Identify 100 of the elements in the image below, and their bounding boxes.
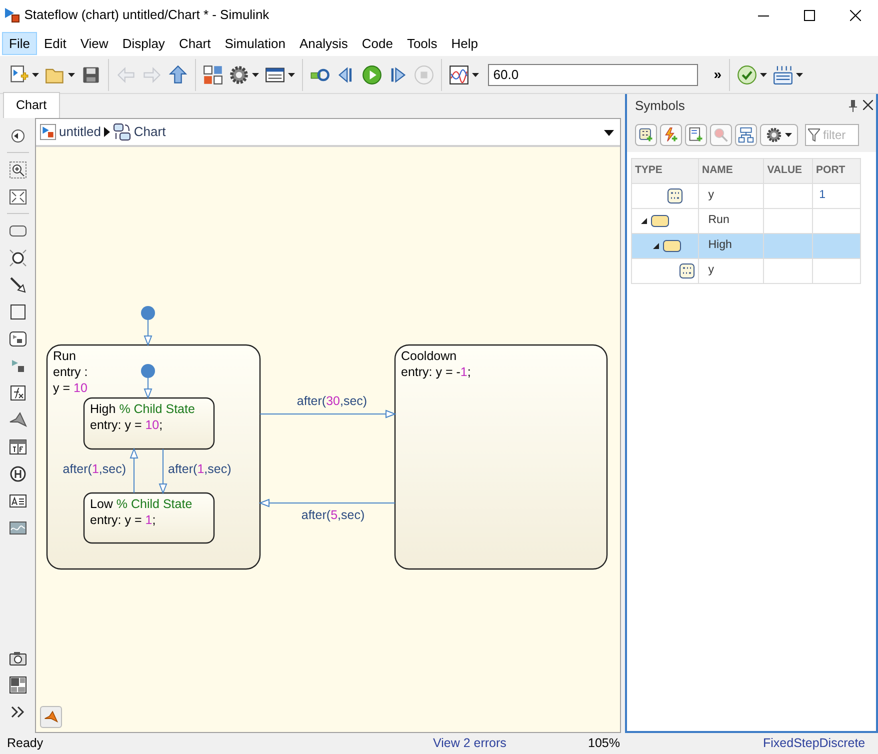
menu-item[interactable]: Chart xyxy=(172,32,218,54)
state-label: Cooldown xyxy=(401,349,457,363)
stop-time-field[interactable]: 60.0 xyxy=(488,64,698,86)
breadcrumb-link[interactable]: untitled xyxy=(59,122,101,142)
menu-item[interactable]: Edit xyxy=(36,32,74,54)
state-icon xyxy=(663,240,681,252)
column-header: TYPE xyxy=(635,164,662,176)
caret-icon xyxy=(760,72,767,76)
transition-arrow[interactable] xyxy=(158,448,168,494)
port-number: 1 xyxy=(819,189,826,202)
menu-item[interactable]: Code xyxy=(354,32,400,54)
page-plus-icon xyxy=(688,127,704,143)
transition-arrow[interactable] xyxy=(130,448,138,494)
state-icon xyxy=(651,214,669,227)
square-icon xyxy=(8,302,26,320)
transition-label: after(1,sec) xyxy=(168,462,232,476)
grid-icon xyxy=(203,64,223,84)
zoom-icon xyxy=(8,160,26,178)
image-icon xyxy=(8,518,26,536)
matlab-button[interactable] xyxy=(40,706,62,728)
add-message-button[interactable] xyxy=(685,124,707,146)
menu-item[interactable]: Tools xyxy=(400,32,444,54)
more-button[interactable]: » xyxy=(710,62,725,87)
expand-icon[interactable] xyxy=(653,242,659,249)
menu-item[interactable]: Analysis xyxy=(292,32,355,54)
dropdown-caret-icon xyxy=(604,130,614,136)
default-transition[interactable] xyxy=(141,306,155,346)
page-plus-icon xyxy=(9,64,29,84)
close-icon xyxy=(850,10,860,20)
stop-icon xyxy=(414,64,434,84)
add-data-button[interactable] xyxy=(635,124,657,146)
state-label: Run xyxy=(53,349,76,363)
history-icon xyxy=(8,464,26,482)
state-box[interactable] xyxy=(83,397,215,450)
entry-action: entry : xyxy=(53,365,88,379)
entry-action: entry: y = 1; xyxy=(90,513,156,527)
caret-icon xyxy=(252,72,259,76)
annotation-icon xyxy=(8,492,26,510)
hierarchy-icon xyxy=(738,127,754,143)
entry-action: y = 10 xyxy=(53,381,88,395)
transition-label: after(5,sec) xyxy=(301,508,365,522)
default-transition[interactable] xyxy=(141,364,155,400)
entry-action: entry: y = -1; xyxy=(401,365,471,379)
expand-icon[interactable] xyxy=(641,218,647,224)
menu-item[interactable]: Help xyxy=(444,32,486,54)
hierarchy-button[interactable] xyxy=(735,124,757,146)
symbol-name: y xyxy=(708,264,714,276)
grid-arrows-icon xyxy=(772,64,793,84)
state-box[interactable] xyxy=(394,344,608,570)
model-icon xyxy=(40,124,56,140)
menu-item[interactable]: Display xyxy=(115,32,172,54)
peak-icon xyxy=(8,410,26,428)
settings-button[interactable] xyxy=(760,124,798,146)
menu-item[interactable]: File xyxy=(2,32,37,54)
caret-icon xyxy=(32,72,39,76)
right-arrow-icon xyxy=(142,64,162,84)
left-arrow-icon xyxy=(116,64,136,84)
truth-table-icon xyxy=(8,438,26,456)
transition-label: after(30,sec) xyxy=(296,394,368,408)
symbol-row[interactable]: y 1 xyxy=(632,183,860,208)
lightning-plus-icon xyxy=(663,127,679,143)
symbol-row[interactable]: y xyxy=(632,258,860,284)
separator-arrow-icon xyxy=(104,127,110,137)
junction-icon xyxy=(8,248,26,266)
close-icon xyxy=(862,100,873,110)
maximize-icon xyxy=(804,10,814,20)
menu-item[interactable]: View xyxy=(73,32,116,54)
caret-icon xyxy=(472,72,479,76)
data-icon xyxy=(667,188,683,204)
panel-title: Symbols xyxy=(635,97,685,116)
subchart-icon xyxy=(8,330,26,348)
column-header: NAME xyxy=(702,164,733,176)
diagonal-arrow-icon xyxy=(8,276,26,294)
menu-item[interactable]: Simulation xyxy=(218,32,292,54)
symbol-name: y xyxy=(708,189,714,202)
tab[interactable]: Chart xyxy=(3,92,60,118)
play-icon xyxy=(362,64,382,84)
back-circle-icon xyxy=(8,126,26,144)
expanded-triangle-icon xyxy=(653,242,659,249)
symbol-row[interactable]: High xyxy=(632,233,860,258)
state-label: Low % Child State xyxy=(90,497,192,511)
expanded-triangle-icon xyxy=(641,218,647,224)
caret-icon xyxy=(68,72,75,76)
add-event-button[interactable] xyxy=(660,124,682,146)
check-icon xyxy=(736,64,757,84)
filter-field[interactable]: filter xyxy=(805,124,859,146)
caret-icon xyxy=(785,133,792,137)
fit-icon xyxy=(8,188,26,206)
data-plus-icon xyxy=(638,127,654,143)
app-icon xyxy=(3,6,22,24)
errors-link[interactable]: View 2 errors xyxy=(433,734,588,753)
symbol-row[interactable]: Run xyxy=(632,208,860,234)
pin-icon xyxy=(848,100,857,112)
zoom-level: 105% xyxy=(588,735,621,752)
window-title: Stateflow (chart) untitled/Chart * - Simulink xyxy=(24,6,270,24)
funnel-icon xyxy=(808,128,820,142)
breadcrumb-link[interactable]: Chart xyxy=(134,122,166,142)
chart-icon xyxy=(112,123,131,141)
caret-icon xyxy=(288,72,295,76)
state-box[interactable] xyxy=(83,492,215,544)
